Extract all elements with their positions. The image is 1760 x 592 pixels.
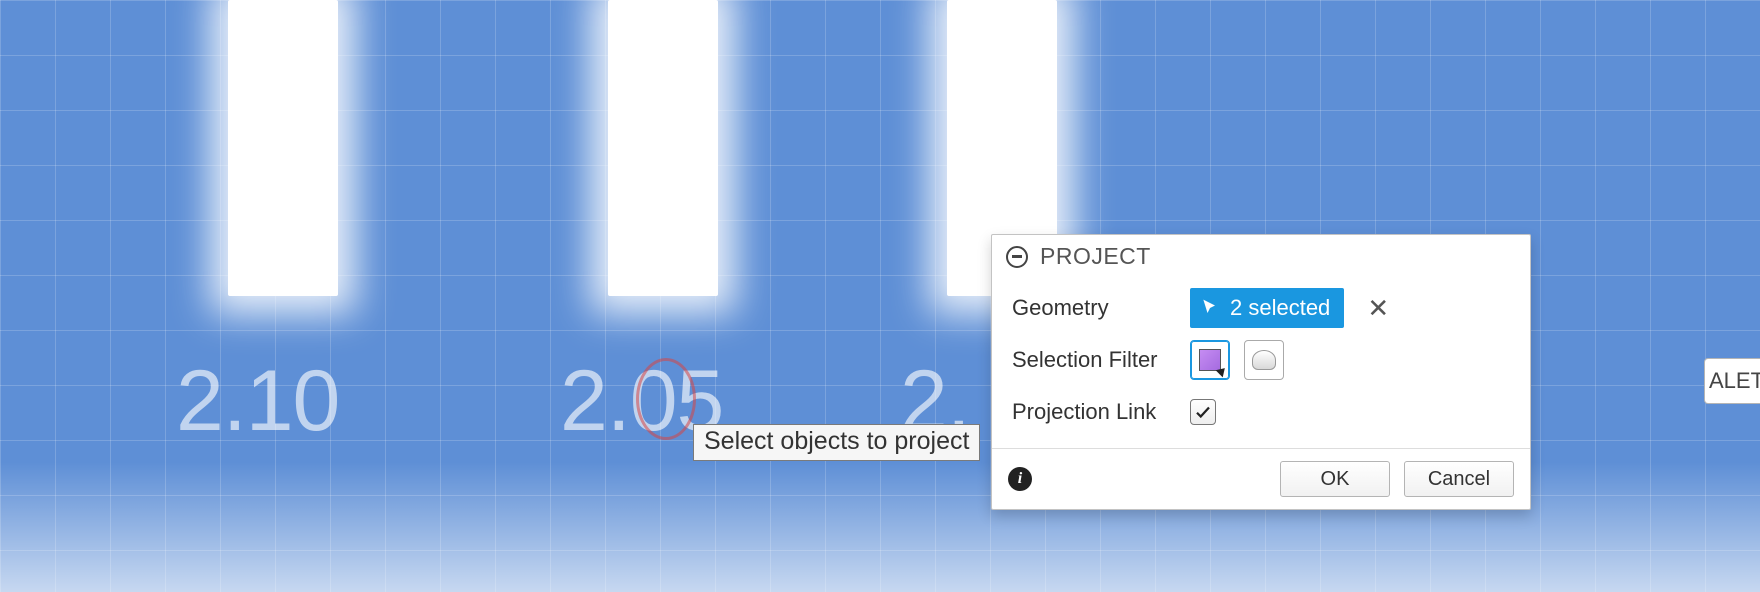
side-palette-label: ALET xyxy=(1709,368,1760,394)
info-icon[interactable]: i xyxy=(1008,467,1032,491)
side-palette-tab[interactable]: ALET xyxy=(1704,358,1760,404)
row-projection-link: Projection Link xyxy=(1012,386,1512,438)
geometry-selection-chip[interactable]: 2 selected xyxy=(1190,288,1344,328)
geometry-selection-count: 2 selected xyxy=(1230,295,1330,321)
body-icon xyxy=(1252,350,1276,370)
row-geometry: Geometry 2 selected ✕ xyxy=(1012,282,1512,334)
dialog-title: PROJECT xyxy=(1040,243,1151,270)
hover-tooltip: Select objects to project xyxy=(693,424,980,461)
cancel-button[interactable]: Cancel xyxy=(1404,461,1514,497)
cursor-icon xyxy=(1200,298,1220,318)
row-selection-filter: Selection Filter xyxy=(1012,334,1512,386)
collapse-icon[interactable] xyxy=(1006,246,1028,268)
slot-shape xyxy=(608,0,718,296)
project-dialog: PROJECT Geometry 2 selected ✕ Selection … xyxy=(991,234,1531,510)
projection-link-label: Projection Link xyxy=(1012,399,1190,425)
projection-link-checkbox[interactable] xyxy=(1190,399,1216,425)
ok-button[interactable]: OK xyxy=(1280,461,1390,497)
filter-faces-button[interactable] xyxy=(1190,340,1230,380)
dimension-value[interactable]: 2.10 xyxy=(176,352,339,451)
clear-selection-button[interactable]: ✕ xyxy=(1364,293,1392,324)
selection-filter-label: Selection Filter xyxy=(1012,347,1190,373)
dialog-header: PROJECT xyxy=(992,235,1530,280)
slot-shape xyxy=(228,0,338,296)
highlight-ring-icon xyxy=(636,358,696,440)
check-icon xyxy=(1194,403,1212,421)
face-icon xyxy=(1199,349,1221,371)
filter-bodies-button[interactable] xyxy=(1244,340,1284,380)
geometry-label: Geometry xyxy=(1012,295,1190,321)
